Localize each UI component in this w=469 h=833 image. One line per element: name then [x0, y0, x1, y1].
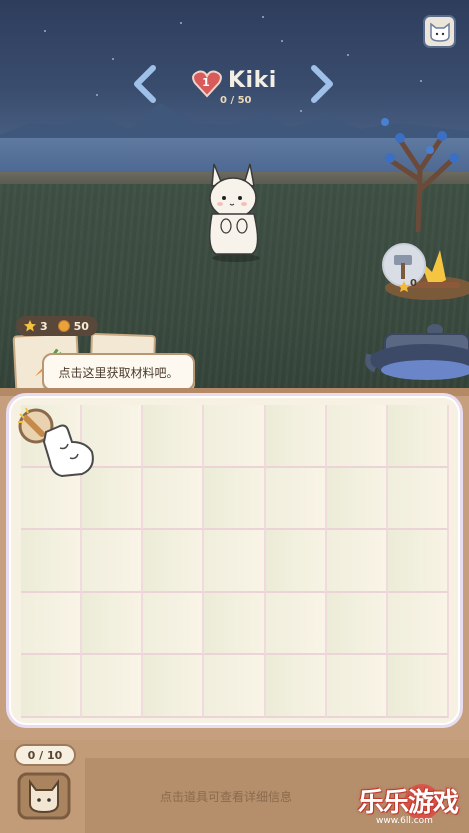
inventory-slot[interactable]	[204, 655, 266, 718]
watermark-text: 乐乐游戏	[358, 788, 459, 818]
previous-pet-arrow-icon[interactable]	[131, 64, 161, 104]
craft-star-count: 0	[410, 278, 417, 289]
inventory-slot[interactable]	[326, 405, 388, 468]
cat-face-icon	[429, 21, 450, 42]
inventory-slot[interactable]	[387, 530, 449, 593]
tutorial-tooltip: 点击这里获取材料吧。	[42, 353, 195, 391]
inventory-slot[interactable]	[143, 530, 205, 593]
inventory-slot[interactable]	[143, 592, 205, 656]
inventory-slot[interactable]	[326, 467, 388, 531]
cooking-pot[interactable]	[365, 310, 469, 390]
craft-bubble[interactable]	[382, 241, 430, 297]
inventory-slot[interactable]	[387, 655, 449, 718]
pet-level: 1	[202, 76, 210, 89]
next-pet-arrow-icon[interactable]	[306, 64, 336, 104]
inventory-slot[interactable]	[82, 655, 144, 718]
inventory-slot[interactable]	[143, 405, 205, 468]
affection-progress: 0 / 50	[220, 95, 252, 106]
profile-button[interactable]	[423, 15, 456, 48]
pet-header: 1 Kiki 0 / 50	[192, 66, 292, 112]
bag-capacity: 0 / 10	[14, 744, 76, 766]
item-info-hint: 点击道具可查看详细信息	[160, 790, 293, 804]
coin-icon	[57, 320, 70, 332]
inventory-slot[interactable]	[326, 655, 388, 718]
inventory-slot[interactable]	[387, 405, 449, 468]
inventory-slot[interactable]	[21, 592, 83, 656]
inventory-slot[interactable]	[143, 655, 205, 718]
pet-name: Kiki	[228, 68, 277, 93]
gather-materials-button[interactable]	[12, 398, 102, 488]
resource-badge: 3 50	[16, 316, 98, 336]
inventory-slot[interactable]	[387, 592, 449, 656]
inventory-slot[interactable]	[204, 592, 266, 656]
inventory-slot[interactable]	[21, 655, 83, 718]
inventory-slot[interactable]	[82, 530, 144, 593]
star-count: 3	[40, 319, 48, 333]
inventory-slot[interactable]	[82, 592, 144, 656]
inventory-slot[interactable]	[204, 467, 266, 531]
inventory-slot[interactable]	[204, 405, 266, 468]
pointing-hand-icon	[42, 424, 94, 478]
watermark-url: www.6ll.com	[376, 816, 433, 826]
inventory-slot[interactable]	[265, 530, 327, 593]
inventory-slot[interactable]	[143, 467, 205, 531]
bag-icon[interactable]	[16, 768, 72, 822]
coin-count: 50	[73, 319, 89, 333]
inventory-slot[interactable]	[265, 467, 327, 531]
inventory-slot[interactable]	[204, 530, 266, 593]
star-icon	[24, 320, 36, 332]
inventory-slot[interactable]	[326, 592, 388, 656]
inventory-slot[interactable]	[265, 405, 327, 468]
rabbit-kiki[interactable]	[200, 158, 270, 263]
inventory-slot[interactable]	[387, 467, 449, 531]
inventory-slot[interactable]	[21, 530, 83, 593]
inventory-slot[interactable]	[265, 655, 327, 718]
inventory-slot[interactable]	[265, 592, 327, 656]
tooltip-text: 点击这里获取材料吧。	[58, 365, 179, 380]
inventory-slot[interactable]	[326, 530, 388, 593]
